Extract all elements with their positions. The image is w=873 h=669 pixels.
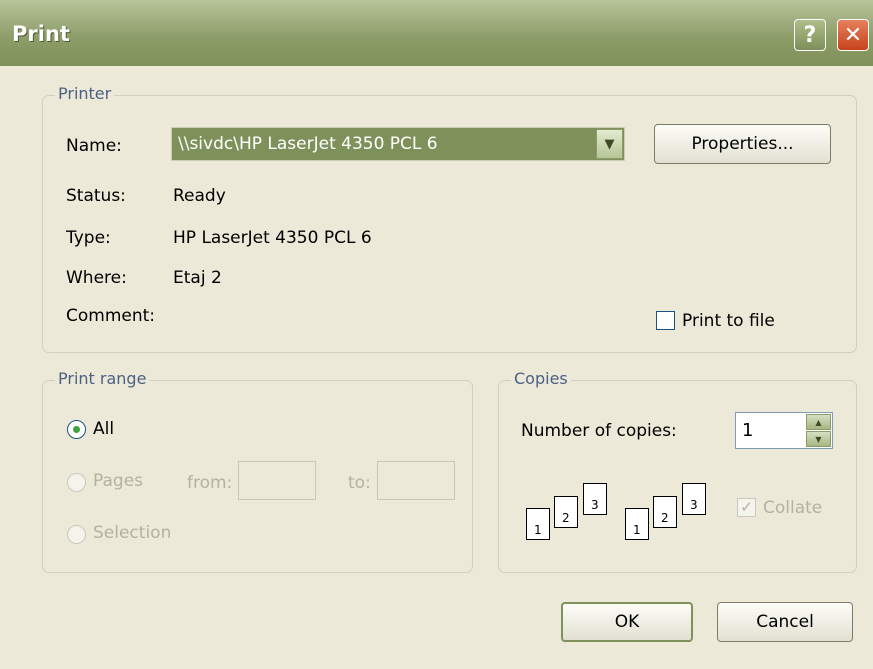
window-title: Print <box>12 22 70 46</box>
copies-value: 1 <box>742 420 754 441</box>
type-label: Type: <box>66 228 111 248</box>
print-to-file-checkbox[interactable] <box>656 311 675 330</box>
status-label: Status: <box>66 186 126 206</box>
collate-label[interactable]: Collate <box>763 498 822 518</box>
printer-legend: Printer <box>55 84 115 103</box>
page-2-icon: 2 <box>554 496 578 528</box>
radio-all-label[interactable]: All <box>93 419 114 439</box>
radio-selected-dot <box>73 426 80 433</box>
type-value: HP LaserJet 4350 PCL 6 <box>173 228 372 248</box>
from-input[interactable] <box>238 461 316 500</box>
radio-all[interactable] <box>67 420 86 439</box>
title-bar[interactable]: Print ? ✕ <box>0 0 873 66</box>
from-label: from: <box>187 473 233 493</box>
printer-name-value: \\sivdc\HP LaserJet 4350 PCL 6 <box>178 134 438 154</box>
name-label: Name: <box>66 136 122 156</box>
to-input[interactable] <box>377 461 455 500</box>
to-label: to: <box>348 473 371 493</box>
status-value: Ready <box>173 186 226 206</box>
copies-input[interactable]: 1 ▲ ▼ <box>735 412 833 449</box>
close-icon[interactable]: ✕ <box>837 19 869 51</box>
radio-selection-label[interactable]: Selection <box>93 523 171 543</box>
print-range-legend: Print range <box>55 369 150 388</box>
spin-down-icon[interactable]: ▼ <box>806 431 831 447</box>
printer-name-select[interactable]: \\sivdc\HP LaserJet 4350 PCL 6 ▼ <box>171 127 625 161</box>
radio-pages[interactable] <box>67 473 86 492</box>
copies-group: Copies <box>498 369 857 573</box>
collate-checkbox[interactable]: ✓ <box>737 498 756 517</box>
cancel-button[interactable]: Cancel <box>717 602 853 642</box>
radio-pages-label[interactable]: Pages <box>93 471 143 491</box>
page-3-icon: 3 <box>583 483 607 515</box>
number-of-copies-label: Number of copies: <box>521 421 677 441</box>
page-1-icon: 1 <box>526 508 550 540</box>
page-3-icon: 3 <box>682 483 706 515</box>
page-2-icon: 2 <box>653 496 677 528</box>
where-label: Where: <box>66 268 127 288</box>
page-1-icon: 1 <box>625 508 649 540</box>
comment-label: Comment: <box>66 306 156 326</box>
chevron-down-icon[interactable]: ▼ <box>596 129 623 159</box>
help-icon[interactable]: ? <box>794 19 826 51</box>
spin-up-icon[interactable]: ▲ <box>806 414 831 430</box>
where-value: Etaj 2 <box>173 268 222 288</box>
copies-legend: Copies <box>511 369 571 388</box>
properties-button[interactable]: Properties... <box>654 124 831 164</box>
radio-selection[interactable] <box>67 525 86 544</box>
ok-button[interactable]: OK <box>561 602 693 642</box>
print-to-file-label[interactable]: Print to file <box>682 311 775 331</box>
